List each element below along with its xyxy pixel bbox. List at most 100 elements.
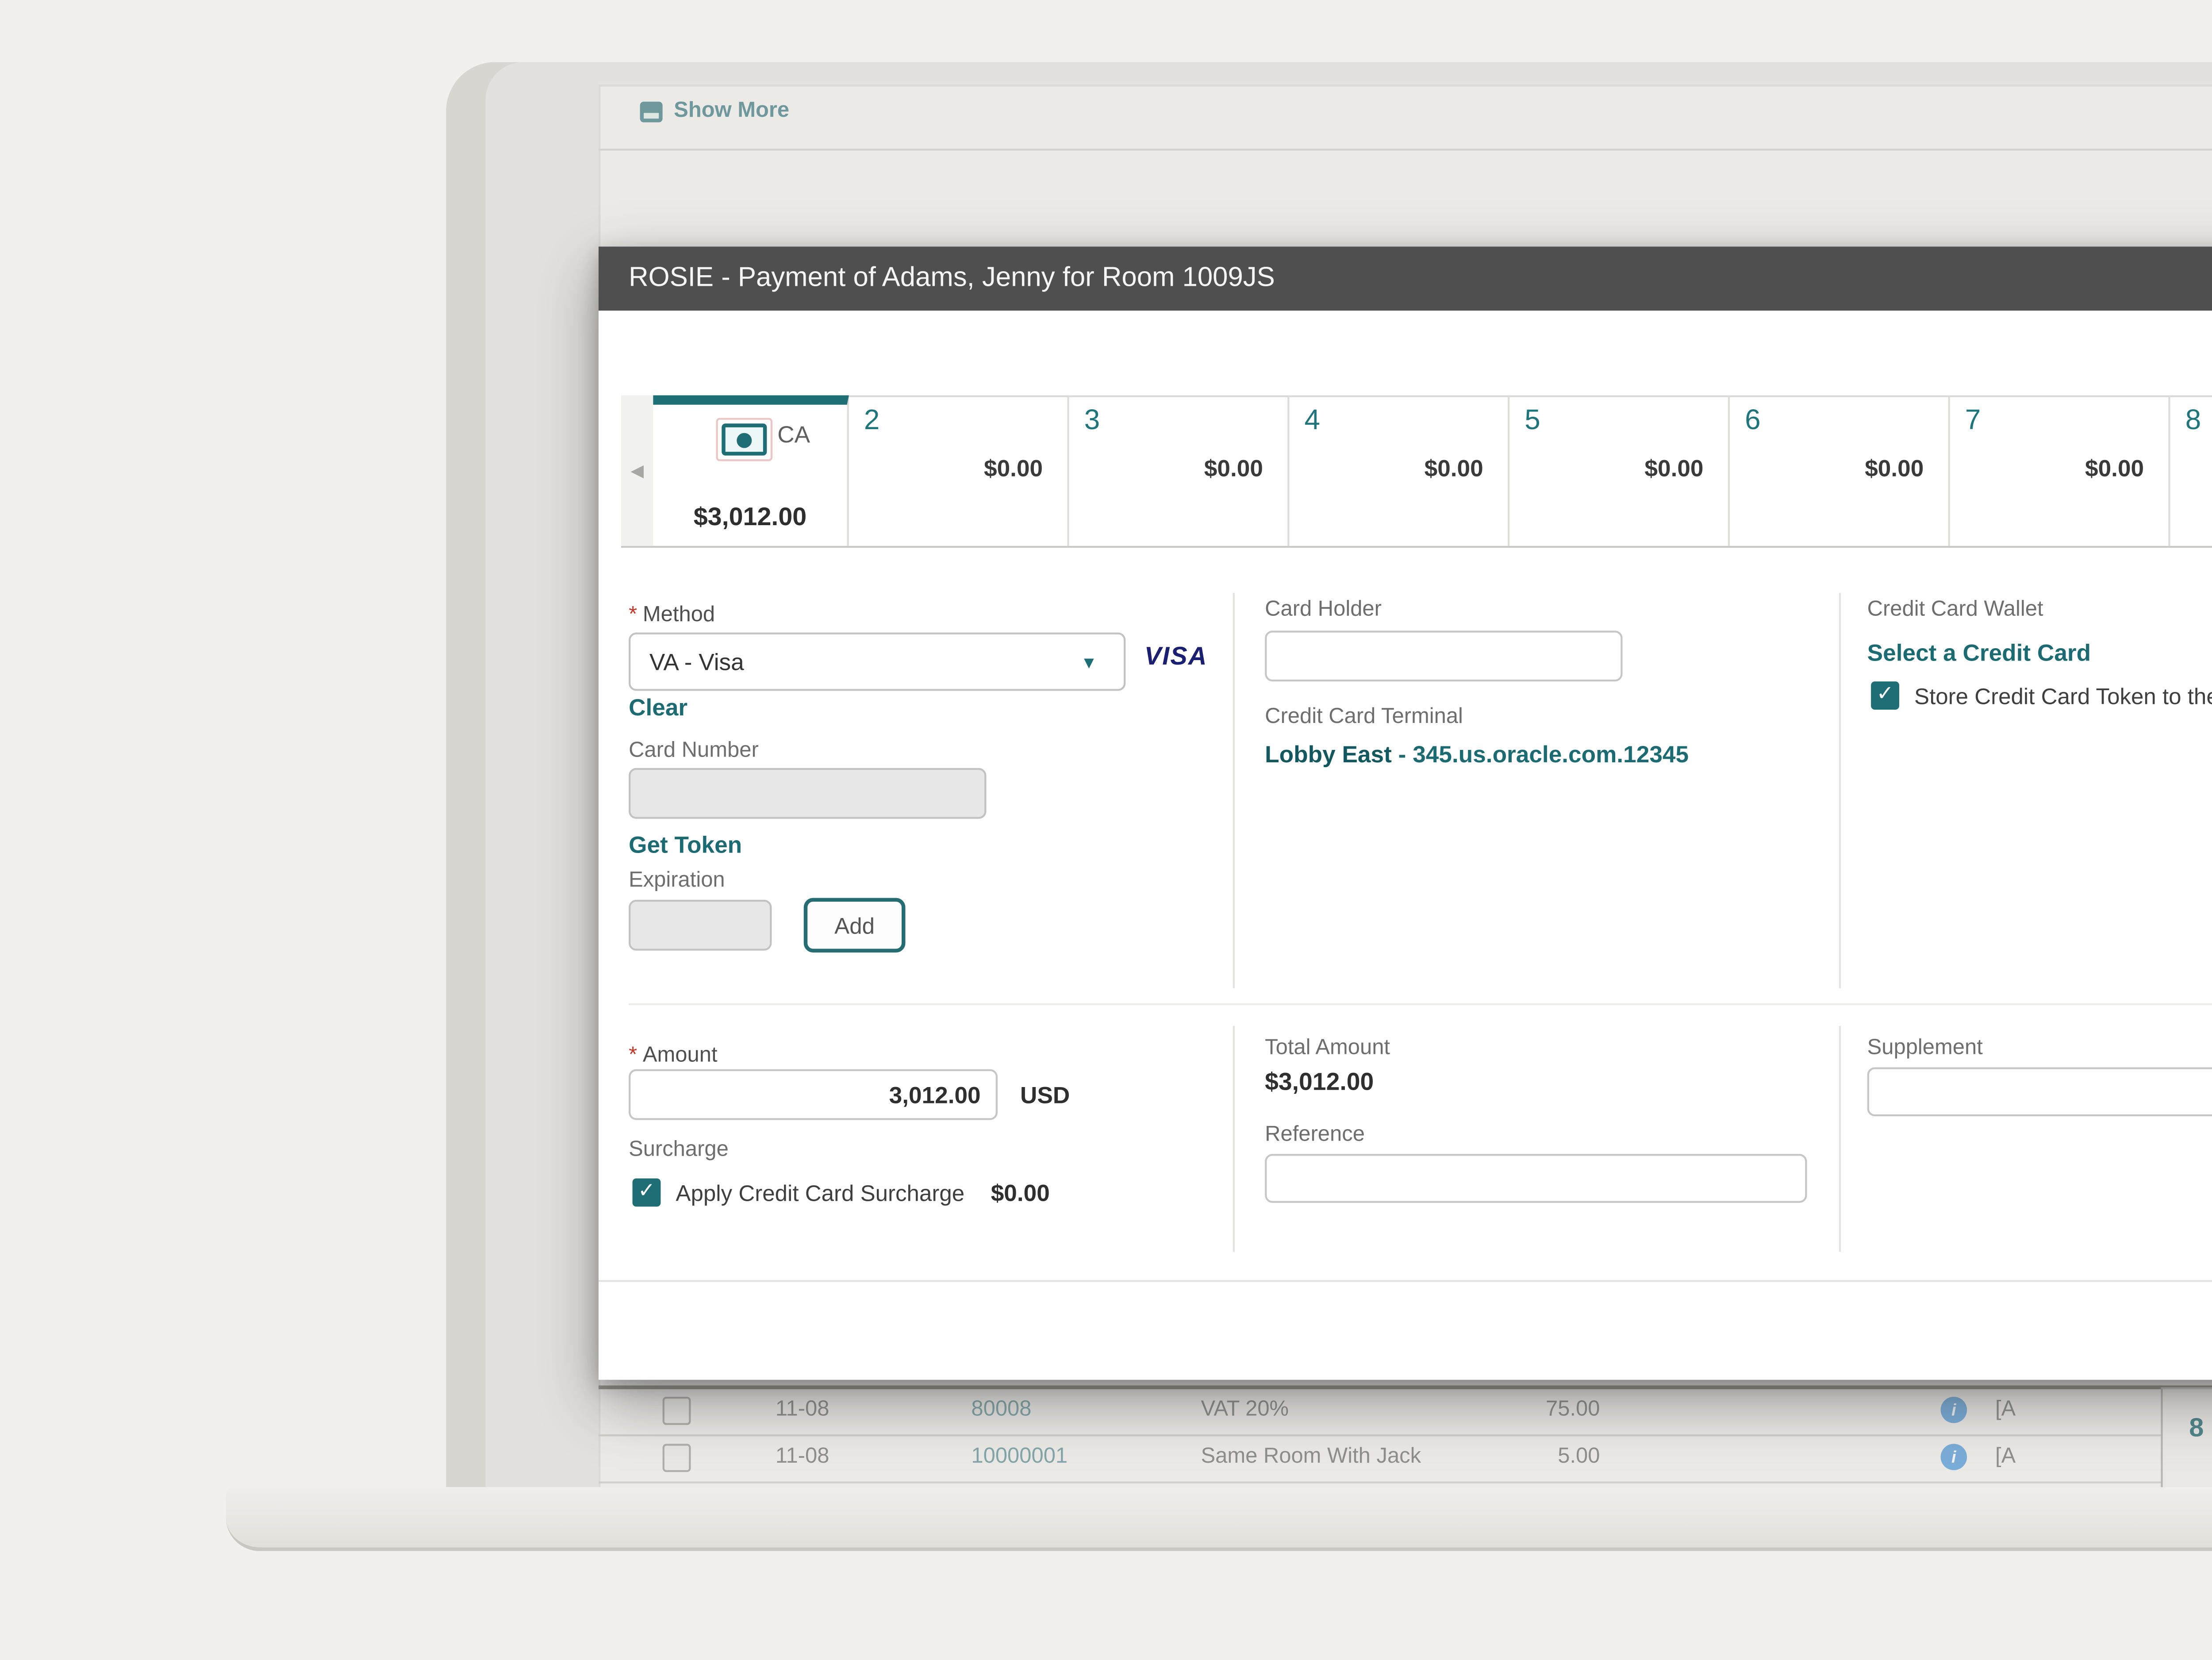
visa-logo: VISA — [1144, 642, 1208, 670]
terminal-address: 345.us.oracle.com.12345 — [1413, 742, 1689, 768]
row-checkbox[interactable] — [663, 1397, 691, 1425]
terminal-separator: - — [1398, 742, 1406, 768]
tab-number: 7 — [1965, 405, 1981, 437]
get-token-link[interactable]: Get Token — [629, 832, 742, 859]
row-checkbox[interactable] — [663, 1444, 691, 1472]
tab-number: 3 — [1084, 405, 1100, 437]
charge-date: 11-08 — [776, 1399, 830, 1421]
info-icon[interactable]: i — [1941, 1444, 1967, 1470]
tab-number: 6 — [1745, 405, 1761, 437]
tab-amount: $0.00 — [1425, 456, 1483, 482]
terminal-label: Credit Card Terminal — [1265, 706, 1463, 729]
tab-number: 5 — [1525, 405, 1540, 437]
charge-description: Same Room With Jack — [1201, 1446, 1421, 1468]
payment-dialog: ROSIE - Payment of Adams, Jenny for Room… — [599, 246, 2212, 1379]
charge-amount: 5.00 — [1427, 1446, 1600, 1468]
show-more-label: Show More — [674, 100, 789, 122]
method-select[interactable]: VA - Visa ▼ — [629, 633, 1125, 691]
charge-description: VAT 20% — [1201, 1399, 1289, 1421]
tab-amount: $0.00 — [2085, 456, 2144, 482]
chevron-down-icon: ▼ — [1081, 652, 1098, 671]
dialog-title-bar: ROSIE - Payment of Adams, Jenny for Room… — [599, 246, 2212, 311]
total-amount-label: Total Amount — [1265, 1037, 1390, 1060]
surcharge-amount: $0.00 — [991, 1180, 1050, 1206]
column-divider — [1839, 1026, 1841, 1252]
tab-payment-code: CA — [777, 422, 810, 448]
footer-divider — [599, 1280, 2212, 1282]
card-number-input[interactable] — [629, 768, 986, 819]
amount-label: *Amount — [629, 1037, 718, 1071]
tab-window[interactable]: 8 $0.00 — [2170, 395, 2212, 546]
dialog-title: ROSIE - Payment of Adams, Jenny for Room… — [629, 264, 1275, 294]
surcharge-checkbox-label: Apply Credit Card Surcharge — [676, 1180, 964, 1206]
currency-label: USD — [1020, 1082, 1070, 1109]
method-value: VA - Visa — [649, 649, 1081, 675]
expiration-input[interactable] — [629, 900, 772, 951]
tab-window[interactable]: 5 $0.00 — [1509, 395, 1730, 546]
charge-code-link[interactable]: 10000001 — [971, 1446, 1068, 1468]
cash-icon — [721, 423, 766, 455]
charge-row[interactable]: 11-08 10000001 Same Room With Jack 5.00 … — [599, 1436, 2212, 1483]
tab-amount: $0.00 — [1865, 456, 1924, 482]
total-amount-value: $3,012.00 — [1265, 1067, 1374, 1095]
tab-amount: $0.00 — [1644, 456, 1703, 482]
laptop-mockup: Show More Move Charges 11-08 80008 VAT 2… — [0, 0, 2212, 1660]
store-token-checkbox-row: ✓ Store Credit Card Token to the wallet — [1871, 681, 2212, 710]
tab-amount: $0.00 — [984, 456, 1043, 482]
tab-number: 8 — [2185, 405, 2201, 437]
store-token-label: Store Credit Card Token to the wallet — [1914, 682, 2212, 709]
column-divider — [1233, 1026, 1235, 1252]
table-divider — [599, 1385, 2212, 1389]
checkbox-checked-icon[interactable]: ✓ — [633, 1178, 661, 1207]
tab-amount: $0.00 — [1204, 456, 1263, 482]
payment-type-icon-frame — [715, 418, 772, 461]
reference-label: Reference — [1265, 1124, 1365, 1146]
card-number-label: Card Number — [629, 740, 759, 762]
add-button[interactable]: Add — [804, 898, 906, 952]
charge-tag: [A — [1995, 1446, 2016, 1468]
tabs-prev-icon[interactable]: ◀ — [621, 395, 653, 546]
folio-window-8-number: 8 — [2189, 1412, 2204, 1442]
tab-number: 2 — [864, 405, 880, 437]
required-asterisk: * — [629, 1045, 637, 1067]
charge-date: 11-08 — [776, 1446, 830, 1468]
show-more-link[interactable]: Show More — [640, 96, 790, 126]
supplement-input[interactable] — [1867, 1067, 2212, 1116]
charges-table: 11-08 80008 VAT 20% 75.00 i [A 11-08 100… — [599, 1389, 2212, 1483]
add-button-label: Add — [834, 912, 875, 938]
reference-input[interactable] — [1265, 1154, 1807, 1203]
column-divider — [1839, 593, 1841, 988]
clear-link[interactable]: Clear — [629, 695, 687, 721]
info-icon[interactable]: i — [1941, 1397, 1967, 1423]
terminal-name: Lobby East — [1265, 742, 1392, 768]
surcharge-checkbox-row: ✓ Apply Credit Card Surcharge $0.00 — [633, 1178, 1050, 1207]
show-more-icon — [640, 101, 663, 122]
panel-divider — [599, 149, 2212, 150]
select-credit-card-link[interactable]: Select a Credit Card — [1867, 640, 2091, 667]
charge-row[interactable]: 11-08 80008 VAT 20% 75.00 i [A — [599, 1389, 2212, 1436]
column-divider — [1233, 593, 1235, 988]
charge-code-link[interactable]: 80008 — [971, 1399, 1031, 1421]
required-asterisk: * — [629, 604, 637, 627]
card-holder-label: Card Holder — [1265, 599, 1382, 621]
folio-window-tabs: ◀ CA $3,012.00 2 $0.00 3 $0.00 4 $0.00 5… — [621, 395, 2212, 548]
folio-window-8-item[interactable]: 8 — [2161, 1387, 2212, 1491]
tab-window[interactable]: 7 $0.00 — [1950, 395, 2170, 546]
tab-window[interactable]: 2 $0.00 — [849, 395, 1069, 546]
checkbox-checked-icon[interactable]: ✓ — [1871, 681, 1899, 710]
tab-window[interactable]: 4 $0.00 — [1289, 395, 1509, 546]
expiration-label: Expiration — [629, 870, 725, 892]
tab-window[interactable]: 3 $0.00 — [1069, 395, 1290, 546]
charge-tag: [A — [1995, 1399, 2016, 1421]
amount-input[interactable] — [629, 1069, 998, 1120]
wallet-label: Credit Card Wallet — [1867, 599, 2043, 621]
tab-window[interactable]: 6 $0.00 — [1730, 395, 1950, 546]
method-label: *Method — [629, 597, 715, 631]
terminal-value: Lobby East - 345.us.oracle.com.12345 — [1265, 742, 1689, 768]
card-holder-input[interactable] — [1265, 630, 1622, 681]
tab-amount: $3,012.00 — [653, 503, 847, 531]
charge-amount: 75.00 — [1427, 1399, 1600, 1421]
tab-window-1-active[interactable]: CA $3,012.00 — [653, 395, 849, 546]
row-separator — [629, 1003, 2212, 1005]
supplement-label: Supplement — [1867, 1037, 1983, 1060]
